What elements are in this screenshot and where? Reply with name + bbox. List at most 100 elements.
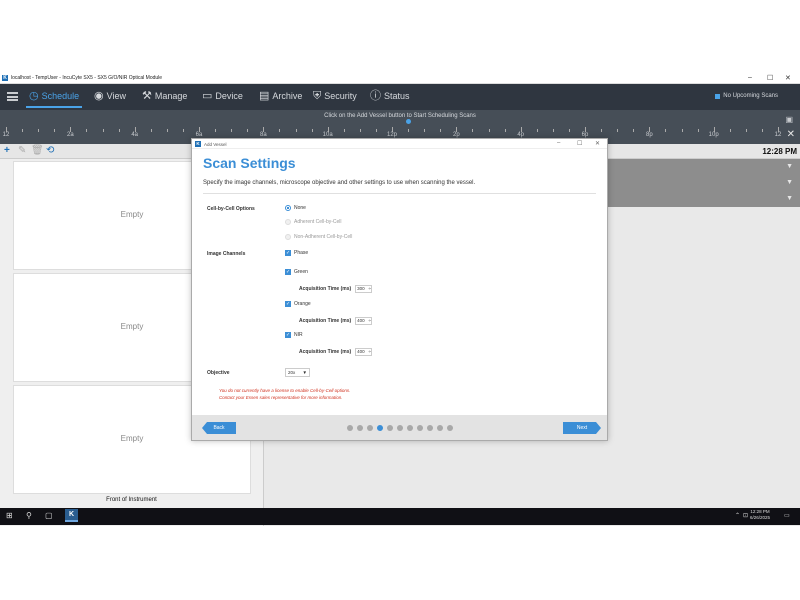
menu-archive[interactable]: ▤ Archive bbox=[259, 90, 302, 102]
incucyte-app-icon[interactable]: K bbox=[65, 509, 78, 522]
timeline-tick bbox=[633, 129, 635, 132]
timeline-tick bbox=[215, 129, 217, 132]
upcoming-scans-indicator[interactable]: No Upcoming Scans bbox=[715, 93, 778, 99]
timeline-tick bbox=[311, 129, 313, 132]
license-warning: You do not currently have a license to e… bbox=[219, 387, 350, 401]
timeline-tick bbox=[601, 129, 603, 132]
step-dot bbox=[357, 425, 363, 431]
radio-non-adherent-label: Non-Adherent Cell-by-Cell bbox=[294, 234, 353, 240]
radio-disabled-icon bbox=[285, 219, 291, 225]
timeline-hour-label: 10p bbox=[708, 132, 719, 138]
radio-non-adherent[interactable]: Non-Adherent Cell-by-Cell bbox=[285, 234, 352, 240]
step-dot bbox=[407, 425, 413, 431]
menu-security[interactable]: ⛨ Security bbox=[313, 90, 357, 102]
wrench-icon: ⚒ bbox=[142, 90, 152, 102]
edit-icon[interactable]: ✎ bbox=[18, 145, 26, 156]
hamburger-menu-icon[interactable] bbox=[7, 92, 18, 101]
timeline-hour-label: 2a bbox=[66, 132, 74, 138]
step-dot bbox=[437, 425, 443, 431]
radio-adherent[interactable]: Adherent Cell-by-Cell bbox=[285, 219, 342, 225]
menu-schedule[interactable]: ◷ Schedule bbox=[25, 90, 83, 108]
clock-icon: ◷ bbox=[29, 90, 39, 102]
network-icon[interactable]: ⊡ bbox=[743, 512, 748, 519]
menu-schedule-label: Schedule bbox=[41, 91, 80, 101]
device-icon: ▭ bbox=[202, 90, 213, 102]
objective-select[interactable]: 20x ▼ bbox=[285, 368, 310, 377]
task-view-icon[interactable]: ▢ bbox=[45, 511, 53, 520]
checkbox-orange[interactable]: ✓ Orange bbox=[285, 301, 311, 307]
tray-chevron-icon[interactable]: ⌃ bbox=[735, 512, 740, 519]
system-clock[interactable]: 12:28 PM 6/26/2025 bbox=[750, 509, 770, 521]
menu-device[interactable]: ▭ Device bbox=[202, 90, 243, 102]
objective-select-value: 20x bbox=[288, 370, 296, 375]
dialog-window-title: Add Vessel bbox=[204, 141, 227, 147]
shield-icon: ⛨ bbox=[313, 90, 322, 102]
timeline-tick bbox=[375, 129, 377, 132]
chevron-down-icon[interactable]: ▼ bbox=[786, 163, 793, 170]
timeline-tick bbox=[617, 129, 619, 132]
orange-acquisition-input[interactable]: 400 bbox=[355, 317, 373, 325]
green-acquisition-input[interactable]: 300 bbox=[355, 285, 373, 293]
menu-manage-label: Manage bbox=[154, 91, 188, 101]
menu-manage[interactable]: ⚒ Manage bbox=[142, 90, 188, 102]
timeline-tick bbox=[22, 129, 24, 132]
timeline-tick bbox=[118, 129, 120, 132]
main-menubar: ◷ Schedule ◉ View ⚒ Manage ▭ Device ▤ Ar… bbox=[0, 84, 800, 110]
timeline-tick bbox=[408, 129, 410, 132]
radio-none-label: None bbox=[294, 205, 306, 211]
app-logo-icon: K bbox=[195, 141, 201, 147]
timeline-tick bbox=[665, 129, 667, 132]
search-icon[interactable]: ⚲ bbox=[26, 511, 32, 520]
back-button[interactable]: Back bbox=[202, 422, 236, 434]
timeline-tick bbox=[279, 129, 281, 132]
checkbox-phase[interactable]: ✓ Phase bbox=[285, 250, 308, 256]
timeline-tick bbox=[729, 129, 731, 132]
menu-view[interactable]: ◉ View bbox=[94, 91, 126, 102]
timeline-tick bbox=[552, 129, 554, 132]
menu-status[interactable]: ⓘ Status bbox=[370, 91, 410, 102]
timeline-tick bbox=[231, 129, 233, 132]
timeline-tick bbox=[102, 129, 104, 132]
checkbox-nir[interactable]: ✓ NIR bbox=[285, 332, 303, 338]
dialog-minimize-button[interactable]: – bbox=[557, 140, 560, 146]
trash-icon[interactable]: 🗑 bbox=[31, 145, 44, 156]
cell-by-cell-label: Cell-by-Cell Options bbox=[207, 206, 255, 212]
checkbox-nir-label: NIR bbox=[294, 332, 303, 338]
timeline-tick bbox=[166, 129, 168, 132]
license-warning-line-1: You do not currently have a license to e… bbox=[219, 388, 351, 393]
dialog-description: Specify the image channels, microscope o… bbox=[203, 180, 476, 186]
radio-disabled-icon bbox=[285, 234, 291, 240]
windows-start-icon[interactable]: ⊞ bbox=[6, 511, 13, 520]
timeline-hour-label: 8p bbox=[645, 132, 653, 138]
checkbox-phase-label: Phase bbox=[294, 250, 309, 256]
archive-icon: ▤ bbox=[259, 90, 270, 102]
refresh-icon[interactable]: ⟲ bbox=[46, 145, 54, 156]
checkbox-orange-label: Orange bbox=[294, 301, 311, 307]
step-dot bbox=[387, 425, 393, 431]
dialog-maximize-button[interactable]: ☐ bbox=[577, 140, 582, 147]
menu-view-label: View bbox=[106, 91, 126, 101]
step-dot bbox=[427, 425, 433, 431]
current-time: 12:28 PM bbox=[762, 147, 797, 156]
calendar-icon[interactable]: ▣ bbox=[785, 115, 793, 124]
menu-device-label: Device bbox=[215, 91, 243, 101]
add-vessel-button[interactable]: + bbox=[4, 145, 10, 156]
green-acquisition-row: Acquisition Time (ms) 300 bbox=[299, 285, 373, 293]
checkbox-checked-icon: ✓ bbox=[285, 269, 291, 275]
maximize-button[interactable]: ☐ bbox=[767, 74, 773, 82]
front-of-instrument-label: Front of Instrument bbox=[106, 497, 157, 503]
checkbox-checked-icon: ✓ bbox=[285, 250, 291, 256]
timeline-tick bbox=[745, 129, 747, 132]
close-button[interactable]: ✕ bbox=[785, 74, 791, 82]
nir-acquisition-input[interactable]: 400 bbox=[355, 348, 373, 356]
radio-none[interactable]: None bbox=[285, 205, 306, 211]
next-button[interactable]: Next bbox=[563, 422, 601, 434]
timeline-close-icon[interactable]: ✕ bbox=[787, 129, 795, 140]
chevron-down-icon: ▼ bbox=[302, 370, 307, 375]
notification-icon[interactable]: ▭ bbox=[784, 512, 790, 519]
dialog-close-button[interactable]: ✕ bbox=[595, 140, 600, 147]
minimize-button[interactable]: – bbox=[748, 74, 752, 81]
checkbox-green[interactable]: ✓ Green bbox=[285, 269, 308, 275]
chevron-down-icon[interactable]: ▼ bbox=[786, 179, 793, 186]
chevron-down-icon[interactable]: ▼ bbox=[786, 195, 793, 202]
